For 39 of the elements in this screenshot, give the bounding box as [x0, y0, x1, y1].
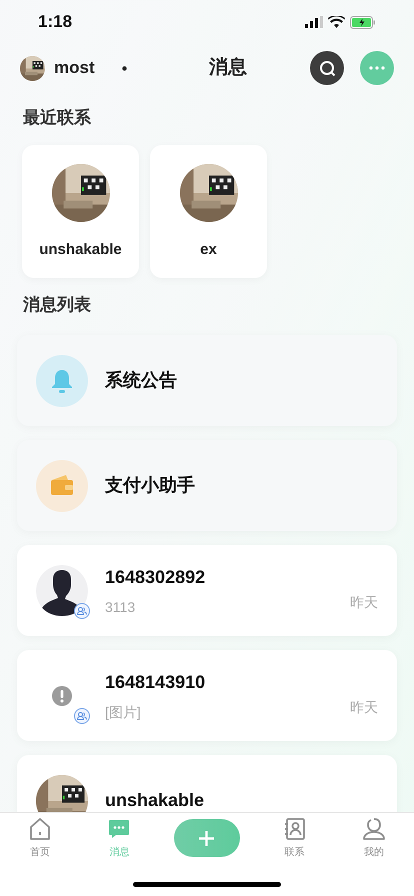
wallet-icon [36, 460, 88, 512]
message-name: 系统公告 [105, 369, 178, 392]
message-item[interactable]: 1648143910 [图片] 昨天 [17, 650, 397, 741]
dropdown-icon[interactable] [122, 66, 127, 70]
message-item[interactable]: 系统公告 [17, 335, 397, 426]
message-item[interactable]: 1648302892 3113 昨天 [17, 545, 397, 636]
person-icon [362, 817, 386, 841]
message-preview: 3113 [105, 598, 136, 616]
chat-icon [107, 817, 132, 841]
battery-icon [350, 16, 376, 28]
message-preview: [图片] [105, 702, 142, 722]
contact-name: unshakable [39, 240, 122, 260]
alert-icon [52, 686, 72, 706]
username[interactable]: most [54, 55, 95, 81]
message-name: 支付小助手 [105, 474, 196, 497]
section-title: 最近联系 [23, 107, 92, 129]
message-item[interactable]: 支付小助手 [17, 440, 397, 531]
message-name: 1648302892 [105, 566, 206, 588]
home-icon [28, 817, 52, 841]
contact-name: ex [200, 240, 217, 260]
search-icon [318, 60, 336, 76]
message-time: 昨天 [350, 698, 378, 717]
address-book-icon [282, 817, 307, 841]
wifi-icon [328, 16, 345, 28]
contact-card[interactable]: unshakable [22, 144, 139, 278]
signal-icon [305, 16, 323, 28]
status-time: 1:18 [38, 11, 72, 34]
message-time: 昨天 [350, 593, 378, 612]
plus-icon [199, 830, 214, 846]
section-title: 消息列表 [23, 294, 92, 316]
bell-icon [36, 354, 88, 406]
page-title: 消息 [209, 56, 247, 80]
search-button[interactable] [310, 51, 344, 85]
message-item[interactable]: unshakable [17, 755, 397, 812]
message-name: unshakable [105, 789, 206, 812]
contact-card[interactable]: ex [150, 144, 267, 278]
message-name: 1648143910 [105, 670, 206, 694]
more-icon [369, 66, 385, 70]
avatar-silhouette-icon [36, 564, 88, 616]
